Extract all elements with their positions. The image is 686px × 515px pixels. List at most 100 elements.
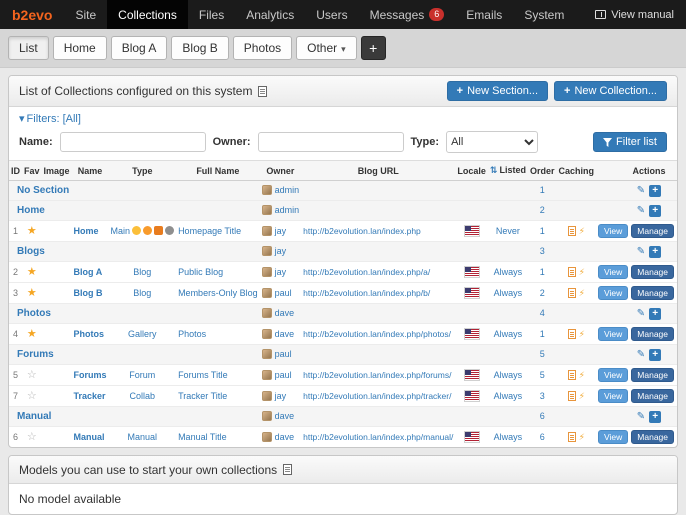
owner-link[interactable]: admin	[275, 205, 300, 215]
type-link[interactable]: Forum	[129, 370, 155, 380]
col-header-fav[interactable]: Fav	[22, 161, 42, 181]
page-caching-icon[interactable]	[568, 370, 576, 380]
listed-link[interactable]: Never	[496, 226, 520, 236]
type-link[interactable]: Collab	[130, 391, 156, 401]
owner-link[interactable]: jay	[275, 391, 287, 401]
view-button[interactable]: View	[598, 327, 628, 341]
order-link[interactable]: 1	[540, 267, 545, 277]
blog-url-link[interactable]: http://b2evolution.lan/index.php/b/	[303, 288, 430, 298]
filter-list-button[interactable]: Filter list	[593, 132, 667, 152]
tab-blog-a[interactable]: Blog A	[111, 36, 168, 60]
page-caching-icon[interactable]	[568, 329, 576, 339]
name-filter-input[interactable]	[60, 132, 206, 152]
type-link[interactable]: Main	[111, 226, 131, 236]
block-caching-icon[interactable]	[579, 267, 585, 277]
blog-url-link[interactable]: http://b2evolution.lan/index.php	[303, 226, 421, 236]
nav-item-collections[interactable]: Collections	[107, 0, 188, 29]
block-caching-icon[interactable]	[579, 288, 585, 298]
manage-button[interactable]: Manage	[631, 286, 674, 300]
full-name-link[interactable]: Homepage Title	[178, 226, 241, 236]
full-name-link[interactable]: Manual Title	[178, 432, 227, 442]
manage-button[interactable]: Manage	[631, 389, 674, 403]
col-header-name[interactable]: Name	[72, 161, 109, 181]
add-collection-icon[interactable]	[649, 308, 661, 320]
section-name-link[interactable]: Manual	[17, 411, 51, 422]
section-name-link[interactable]: Photos	[17, 308, 51, 319]
add-collection-tab-button[interactable]	[361, 36, 386, 60]
order-link[interactable]: 1	[540, 185, 545, 195]
add-collection-icon[interactable]	[649, 185, 661, 197]
owner-link[interactable]: jay	[275, 226, 287, 236]
blog-url-link[interactable]: http://b2evolution.lan/index.php/forums/	[303, 370, 451, 380]
order-link[interactable]: 2	[540, 288, 545, 298]
full-name-link[interactable]: Tracker Title	[178, 391, 227, 401]
nav-item-site[interactable]: Site	[64, 0, 107, 29]
listed-link[interactable]: Always	[494, 288, 523, 298]
col-header-id[interactable]: ID	[9, 161, 22, 181]
full-name-link[interactable]: Public Blog	[178, 267, 223, 277]
blog-url-link[interactable]: http://b2evolution.lan/index.php/a/	[303, 267, 430, 277]
edit-section-icon[interactable]	[637, 411, 645, 422]
manage-button[interactable]: Manage	[631, 368, 674, 382]
collection-name-link[interactable]: Home	[74, 226, 99, 236]
section-name-link[interactable]: Blogs	[17, 246, 45, 257]
listed-link[interactable]: Always	[494, 370, 523, 380]
collection-name-link[interactable]: Blog B	[74, 288, 103, 298]
owner-link[interactable]: paul	[275, 370, 292, 380]
owner-link[interactable]: dave	[275, 432, 295, 442]
block-caching-icon[interactable]	[579, 329, 585, 339]
manage-button[interactable]: Manage	[631, 430, 674, 444]
edit-section-icon[interactable]	[637, 205, 645, 216]
listed-link[interactable]: Always	[494, 391, 523, 401]
collection-name-link[interactable]: Tracker	[74, 391, 106, 401]
section-name-link[interactable]: No Section	[17, 185, 69, 196]
col-header-image[interactable]: Image	[42, 161, 72, 181]
edit-section-icon[interactable]	[637, 246, 645, 257]
view-button[interactable]: View	[598, 224, 628, 238]
add-collection-icon[interactable]	[649, 349, 661, 361]
order-link[interactable]: 5	[540, 370, 545, 380]
block-caching-icon[interactable]	[579, 370, 585, 380]
col-header-caching[interactable]: Caching	[556, 161, 596, 181]
order-link[interactable]: 3	[540, 246, 545, 256]
edit-section-icon[interactable]	[637, 308, 645, 319]
col-header-actions[interactable]: Actions	[596, 161, 678, 181]
section-name-link[interactable]: Forums	[17, 349, 54, 360]
favorite-star-icon[interactable]	[27, 266, 37, 278]
view-button[interactable]: View	[598, 430, 628, 444]
tab-other[interactable]: Other	[296, 36, 357, 60]
order-link[interactable]: 6	[540, 432, 545, 442]
order-link[interactable]: 2	[540, 205, 545, 215]
edit-section-icon[interactable]	[637, 349, 645, 360]
add-collection-icon[interactable]	[649, 411, 661, 423]
collection-name-link[interactable]: Forums	[74, 370, 107, 380]
owner-filter-input[interactable]	[258, 132, 404, 152]
col-header-type[interactable]: Type	[109, 161, 177, 181]
owner-link[interactable]: paul	[275, 288, 292, 298]
nav-item-system[interactable]: System	[513, 0, 575, 29]
col-header-blog-url[interactable]: Blog URL	[301, 161, 455, 181]
col-header-listed[interactable]: Listed	[488, 161, 528, 181]
favorite-star-icon[interactable]	[27, 328, 37, 340]
page-caching-icon[interactable]	[568, 226, 576, 236]
not-favorite-star-icon[interactable]	[27, 369, 37, 381]
listed-link[interactable]: Always	[494, 329, 523, 339]
order-link[interactable]: 6	[540, 411, 545, 421]
col-header-full-name[interactable]: Full Name	[176, 161, 260, 181]
view-button[interactable]: View	[598, 286, 628, 300]
view-button[interactable]: View	[598, 368, 628, 382]
b2evo-logo[interactable]: b2evo	[0, 0, 64, 29]
block-caching-icon[interactable]	[579, 432, 585, 442]
nav-item-emails[interactable]: Emails	[455, 0, 513, 29]
collection-name-link[interactable]: Blog A	[74, 267, 103, 277]
full-name-link[interactable]: Forums Title	[178, 370, 228, 380]
blog-url-link[interactable]: http://b2evolution.lan/index.php/photos/	[303, 329, 451, 339]
not-favorite-star-icon[interactable]	[27, 390, 37, 402]
view-button[interactable]: View	[598, 389, 628, 403]
block-caching-icon[interactable]	[579, 391, 585, 401]
type-link[interactable]: Blog	[133, 288, 151, 298]
full-name-link[interactable]: Photos	[178, 329, 206, 339]
favorite-star-icon[interactable]	[27, 225, 37, 237]
type-link[interactable]: Manual	[128, 432, 158, 442]
edit-section-icon[interactable]	[637, 185, 645, 196]
